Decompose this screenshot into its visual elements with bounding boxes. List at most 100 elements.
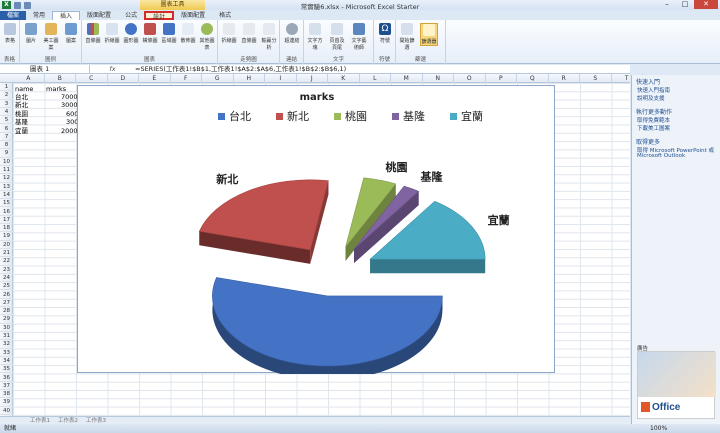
row-header-13[interactable]: 13 [0, 183, 13, 191]
pane-link-outlook[interactable]: Microsoft Outlook [637, 153, 685, 159]
minimize-button[interactable]: – [658, 0, 676, 9]
column-header-p[interactable]: P [486, 74, 517, 83]
line-chart-button[interactable]: 折線圖 [103, 23, 121, 44]
textbox-button[interactable]: 文字方塊 [306, 23, 324, 51]
row-header-31[interactable]: 31 [0, 332, 13, 341]
column-header-g[interactable]: G [202, 74, 234, 83]
pie-chart[interactable]: marks 台北新北桃園基隆宜蘭 台北新北桃園基隆宜蘭 [77, 85, 555, 386]
row-header-28[interactable]: 28 [0, 307, 13, 316]
sparkline-column-button[interactable]: 直條圖 [240, 23, 258, 44]
row-header-3[interactable]: 3 [0, 100, 13, 108]
tab-insert[interactable]: 插入 [52, 11, 81, 20]
row-header-24[interactable]: 24 [0, 274, 13, 283]
row-header-7[interactable]: 7 [0, 133, 13, 142]
other-charts-button[interactable]: 其他圖表 [198, 23, 216, 51]
column-header-o[interactable]: O [454, 74, 486, 83]
chart-legend[interactable]: 台北 新北 桃園 基隆 宜蘭 [218, 109, 483, 123]
row-header-40[interactable]: 40 [0, 407, 13, 415]
row-header-11[interactable]: 11 [0, 166, 13, 175]
column-header-c[interactable]: C [76, 74, 108, 83]
pane-link-templates[interactable]: 取得免費範本 [637, 116, 670, 124]
row-header-1[interactable]: 1 [0, 83, 13, 92]
wordart-button[interactable]: 文字藝術師 [350, 23, 368, 51]
sparkline-winloss-button[interactable]: 輸贏分析 [260, 23, 278, 51]
picture-button[interactable]: 圖片 [22, 23, 40, 44]
cell-a3[interactable]: 新北 [15, 101, 28, 109]
row-header-17[interactable]: 17 [0, 216, 13, 225]
clipart-button[interactable]: 美工圖案 [42, 23, 60, 51]
row-header-4[interactable]: 4 [0, 108, 13, 117]
row-header-23[interactable]: 23 [0, 266, 13, 274]
column-header-a[interactable]: A [13, 74, 45, 83]
row-header-15[interactable]: 15 [0, 199, 13, 208]
row-header-33[interactable]: 33 [0, 349, 13, 357]
tab-chart-layout[interactable]: 版面配置 [174, 11, 212, 20]
row-header-37[interactable]: 37 [0, 382, 13, 391]
cell-a6[interactable]: 宜蘭 [15, 127, 28, 135]
pane-link-quickstart[interactable]: 快速入門指南 [637, 86, 670, 94]
column-header-r[interactable]: R [549, 74, 580, 83]
column-header-s[interactable]: S [580, 74, 612, 83]
column-header-d[interactable]: D [108, 74, 139, 83]
tab-format[interactable]: 格式 [212, 11, 238, 20]
symbol-button[interactable]: Ω 符號 [376, 23, 394, 44]
row-header-18[interactable]: 18 [0, 224, 13, 233]
tab-formulas[interactable]: 公式 [118, 11, 144, 20]
row-header-27[interactable]: 27 [0, 299, 13, 308]
pie-chart-button[interactable]: 圓形圖 [122, 23, 140, 44]
column-header-b[interactable]: B [45, 74, 76, 83]
tab-page-layout[interactable]: 版面配置 [80, 11, 118, 20]
start-filter-button[interactable]: 開始篩選 [398, 23, 416, 51]
row-header-30[interactable]: 30 [0, 324, 13, 332]
tab-file[interactable]: 檔案 [0, 11, 27, 20]
row-header-39[interactable]: 39 [0, 398, 13, 407]
hyperlink-button[interactable]: 超連結 [283, 23, 301, 44]
row-header-12[interactable]: 12 [0, 174, 13, 183]
row-header-22[interactable]: 22 [0, 257, 13, 266]
row-header-6[interactable]: 6 [0, 125, 13, 133]
bar-chart-button[interactable]: 橫條圖 [141, 23, 159, 44]
row-header-36[interactable]: 36 [0, 374, 13, 382]
row-header-34[interactable]: 34 [0, 357, 13, 366]
column-chart-button[interactable]: 直條圖 [84, 23, 102, 44]
column-header-j[interactable]: J [297, 74, 328, 83]
row-header-10[interactable]: 10 [0, 158, 13, 166]
column-header-k[interactable]: K [328, 74, 360, 83]
row-header-14[interactable]: 14 [0, 191, 13, 200]
cell-a5[interactable]: 基隆 [15, 118, 28, 126]
formula-input[interactable]: =SERIES(工作表1!$B$1,工作表1!$A$2:$A$6,工作表1!$B… [135, 65, 346, 73]
cell-b3[interactable]: 3000 [61, 101, 78, 109]
office-ad[interactable]: Office [637, 351, 716, 419]
scatter-chart-button[interactable]: 散佈圖 [179, 23, 197, 44]
shapes-button[interactable]: 圖案 [62, 23, 80, 44]
row-header-35[interactable]: 35 [0, 365, 13, 374]
zoom-level[interactable]: 100% [650, 424, 667, 433]
slicer-button[interactable]: 篩選器 [420, 23, 438, 46]
row-header-25[interactable]: 25 [0, 282, 13, 291]
row-header-8[interactable]: 8 [0, 141, 13, 150]
pane-link-help[interactable]: 說明及支援 [637, 94, 665, 102]
row-header-2[interactable]: 2 [0, 91, 13, 100]
maximize-button[interactable]: □ [676, 0, 694, 9]
pie-slice-0[interactable] [212, 277, 443, 380]
row-header-21[interactable]: 21 [0, 249, 13, 258]
row-header-16[interactable]: 16 [0, 208, 13, 216]
column-header-m[interactable]: M [391, 74, 423, 83]
column-header-q[interactable]: Q [517, 74, 549, 83]
column-header-n[interactable]: N [423, 74, 454, 83]
fx-icon[interactable]: fx [90, 65, 135, 73]
close-button[interactable]: ✕ [694, 0, 718, 9]
tab-home[interactable]: 常用 [26, 11, 52, 20]
area-chart-button[interactable]: 區域圖 [160, 23, 178, 44]
pie-slice-1[interactable] [198, 179, 329, 264]
row-header-32[interactable]: 32 [0, 340, 13, 349]
column-header-l[interactable]: L [360, 74, 391, 83]
column-header-h[interactable]: H [234, 74, 265, 83]
cell-b6[interactable]: 2000 [61, 127, 78, 135]
tab-design[interactable]: 設計 [144, 11, 175, 21]
row-header-9[interactable]: 9 [0, 149, 13, 158]
row-header-5[interactable]: 5 [0, 116, 13, 125]
row-header-26[interactable]: 26 [0, 291, 13, 299]
name-box[interactable]: 圖表 1 [0, 65, 90, 73]
row-header-29[interactable]: 29 [0, 315, 13, 324]
